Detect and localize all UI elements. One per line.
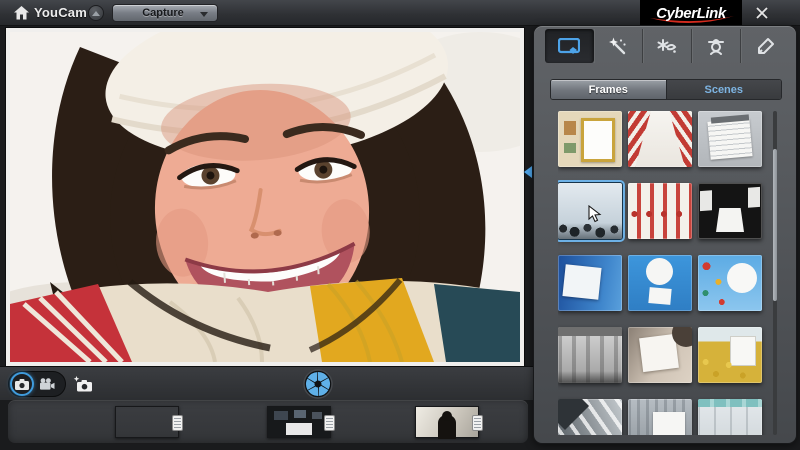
up-arrow-icon bbox=[92, 7, 100, 16]
tab-frames-scenes[interactable] bbox=[545, 29, 594, 63]
app-title: YouCam bbox=[34, 5, 87, 20]
title-bar: YouCam Capture CyberLink bbox=[0, 0, 800, 26]
particle-splash-icon bbox=[657, 38, 677, 55]
frames-scrollbar[interactable] bbox=[773, 111, 777, 435]
capture-shutter-button[interactable] bbox=[303, 369, 333, 399]
frame-thumbnail-clown-stripes[interactable] bbox=[628, 183, 692, 239]
tab-gadgets[interactable] bbox=[692, 29, 741, 63]
capture-mode-dropdown[interactable]: Capture bbox=[112, 4, 218, 22]
photo-mode-button[interactable] bbox=[10, 372, 34, 396]
frame-thumbnail-card-hand[interactable] bbox=[628, 327, 692, 383]
tab-draw[interactable] bbox=[741, 29, 790, 63]
frame-thumbnail-museum[interactable] bbox=[558, 327, 622, 383]
tab-magic-effects[interactable] bbox=[594, 29, 643, 63]
captured-thumbnail-2[interactable] bbox=[267, 406, 331, 438]
capture-mode-label: Capture bbox=[142, 7, 184, 19]
close-button[interactable] bbox=[754, 5, 770, 21]
collapse-arrow-icon bbox=[524, 166, 532, 178]
capture-mode-toggle bbox=[8, 371, 66, 397]
media-type-badge bbox=[324, 415, 335, 431]
frame-thumbnail-subway[interactable] bbox=[558, 399, 622, 435]
frames-scenes-icon bbox=[558, 38, 580, 55]
frame-thumbnail-gallery[interactable] bbox=[558, 111, 622, 167]
mouse-cursor bbox=[588, 205, 602, 223]
frame-thumbnail-paper-balloon[interactable] bbox=[628, 255, 692, 311]
gadget-toy-icon bbox=[707, 38, 725, 55]
snapshot-button[interactable] bbox=[70, 372, 96, 396]
frames-tab[interactable]: Frames bbox=[551, 80, 666, 99]
media-type-badge bbox=[172, 415, 183, 431]
home-icon[interactable] bbox=[14, 6, 29, 20]
photo-camera-icon bbox=[15, 379, 29, 390]
frame-thumbnail-press-mics[interactable] bbox=[558, 183, 622, 239]
video-mode-button[interactable] bbox=[34, 371, 60, 397]
control-bar bbox=[0, 366, 533, 400]
tab-particles[interactable] bbox=[643, 29, 692, 63]
frame-thumbnail-balloons[interactable] bbox=[698, 255, 762, 311]
frames-tab-label: Frames bbox=[589, 84, 628, 96]
video-camera-icon bbox=[39, 378, 55, 390]
frame-thumbnail-clown-box[interactable] bbox=[628, 111, 692, 167]
snapshot-camera-icon bbox=[73, 376, 93, 392]
frame-thumbnail-city-billboard[interactable] bbox=[628, 399, 692, 435]
frame-thumbnail-theater[interactable] bbox=[698, 183, 762, 239]
cyberlink-logo: CyberLink bbox=[640, 0, 742, 26]
captured-thumbnail-3[interactable] bbox=[415, 406, 479, 438]
frame-thumbnail-window-room[interactable] bbox=[698, 399, 762, 435]
frame-thumbnail-underwater[interactable] bbox=[558, 255, 622, 311]
cyberlink-logo-text: CyberLink bbox=[656, 5, 726, 22]
webcam-preview-image bbox=[10, 32, 520, 362]
youcam-window: { "colors": { "accent": "#4da3e8", "scen… bbox=[0, 0, 800, 450]
media-type-badge bbox=[472, 415, 483, 431]
webcam-preview bbox=[6, 28, 524, 366]
effects-panel: Frames Scenes bbox=[533, 25, 797, 444]
frames-scenes-switch: Frames Scenes bbox=[550, 79, 782, 100]
pencil-icon bbox=[757, 37, 775, 55]
close-icon bbox=[756, 7, 768, 19]
scenes-tab-label: Scenes bbox=[704, 84, 743, 96]
frame-thumbnail-field-easel[interactable] bbox=[698, 327, 762, 383]
frames-scrollbar-thumb[interactable] bbox=[773, 149, 777, 301]
upgrade-button[interactable] bbox=[88, 5, 104, 21]
aperture-icon bbox=[303, 369, 333, 399]
scenes-tab[interactable]: Scenes bbox=[666, 80, 782, 99]
effects-tab-bar bbox=[545, 29, 790, 63]
dropdown-arrow-icon bbox=[200, 12, 208, 21]
panel-collapse-handle[interactable] bbox=[524, 28, 533, 366]
captured-thumbnail-1[interactable] bbox=[115, 406, 179, 438]
frames-grid bbox=[558, 111, 770, 435]
magic-wand-icon bbox=[608, 37, 628, 55]
captured-media-tray bbox=[8, 400, 528, 443]
frame-thumbnail-newspaper[interactable] bbox=[698, 111, 762, 167]
